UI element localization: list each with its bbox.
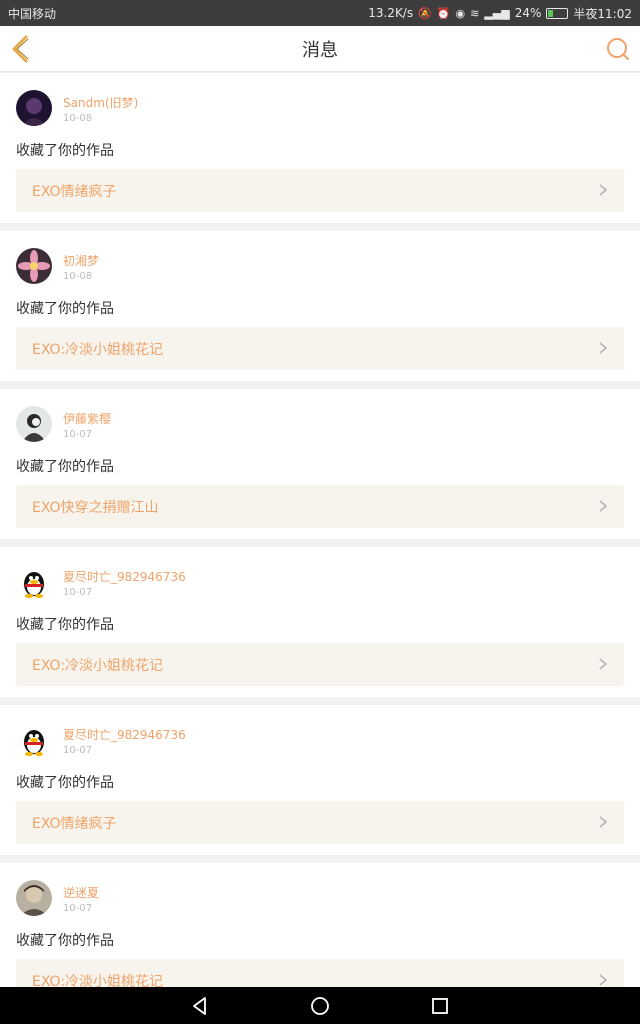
eye-icon: ◉	[455, 6, 466, 20]
message-date: 10-08	[63, 271, 93, 282]
page-title: 消息	[302, 39, 338, 61]
message-item: Sandm(旧梦) 10-08 收藏了你的作品 EXO情绪疯子	[0, 73, 640, 223]
message-item: 初湘梦 10-08 收藏了你的作品 EXO:冷淡小姐桃花记	[0, 231, 640, 381]
work-link[interactable]: EXO快穿之捐赠江山	[16, 485, 624, 528]
battery-icon	[546, 7, 569, 19]
chevron-right-icon	[599, 974, 608, 986]
action-text: 收藏了你的作品	[16, 933, 114, 949]
action-text: 收藏了你的作品	[16, 459, 114, 475]
message-list[interactable]: Sandm(旧梦) 10-08 收藏了你的作品 EXO情绪疯子 初湘梦 10-0…	[0, 73, 640, 987]
avatar[interactable]	[16, 880, 52, 916]
avatar[interactable]	[16, 722, 52, 758]
action-text: 收藏了你的作品	[16, 775, 114, 791]
action-text: 收藏了你的作品	[16, 143, 114, 159]
message-item: 逆迷夏 10-07 收藏了你的作品 EXO:冷淡小姐桃花记	[0, 863, 640, 987]
work-title: EXO:冷淡小姐桃花记	[32, 973, 164, 988]
username[interactable]: 伊藤紫樱	[63, 410, 111, 427]
wifi-icon: ≋	[470, 6, 480, 20]
carrier-label: 中国移动	[8, 6, 57, 21]
work-link[interactable]: EXO情绪疯子	[16, 801, 624, 844]
back-chevron-icon[interactable]	[6, 34, 36, 64]
nav-recents-icon[interactable]	[429, 995, 451, 1017]
avatar[interactable]	[16, 564, 52, 600]
username[interactable]: 初湘梦	[63, 252, 99, 269]
username[interactable]: Sandm(旧梦)	[63, 94, 138, 111]
username[interactable]: 逆迷夏	[63, 884, 99, 901]
work-title: EXO情绪疯子	[32, 815, 117, 832]
username[interactable]: 夏尽时亡_982946736	[63, 568, 186, 585]
action-text: 收藏了你的作品	[16, 301, 114, 317]
status-icons: 13.2K/s 🔕 ⏰ ◉ ≋ ▂▄▆ 24% 半夜11:02	[368, 5, 632, 22]
message-item: 夏尽时亡_982946736 10-07 收藏了你的作品 EXO情绪疯子	[0, 705, 640, 855]
message-date: 10-07	[63, 587, 93, 598]
work-link[interactable]: EXO:冷淡小姐桃花记	[16, 959, 624, 987]
clock: 半夜11:02	[573, 6, 632, 21]
message-item: 夏尽时亡_982946736 10-07 收藏了你的作品 EXO:冷淡小姐桃花记	[0, 547, 640, 697]
work-title: EXO:冷淡小姐桃花记	[32, 341, 164, 358]
chevron-right-icon	[599, 184, 608, 196]
top-bar: 消息	[0, 26, 640, 72]
system-nav-bar	[0, 987, 640, 1024]
work-title: EXO快穿之捐赠江山	[32, 499, 159, 516]
chevron-right-icon	[599, 342, 608, 354]
work-title: EXO情绪疯子	[32, 183, 117, 200]
chevron-right-icon	[599, 658, 608, 670]
signal-icon: ▂▄▆	[484, 6, 510, 20]
message-item: 伊藤紫樱 10-07 收藏了你的作品 EXO快穿之捐赠江山	[0, 389, 640, 539]
nav-home-icon[interactable]	[309, 995, 331, 1017]
nav-back-icon[interactable]	[189, 995, 211, 1017]
avatar[interactable]	[16, 248, 52, 284]
username[interactable]: 夏尽时亡_982946736	[63, 726, 186, 743]
avatar[interactable]	[16, 90, 52, 126]
work-link[interactable]: EXO:冷淡小姐桃花记	[16, 643, 624, 686]
network-speed: 13.2K/s	[368, 6, 414, 20]
message-date: 10-07	[63, 745, 93, 756]
mute-icon: 🔕	[418, 6, 432, 20]
work-title: EXO:冷淡小姐桃花记	[32, 657, 164, 674]
work-link[interactable]: EXO:冷淡小姐桃花记	[16, 327, 624, 370]
work-link[interactable]: EXO情绪疯子	[16, 169, 624, 212]
chevron-right-icon	[599, 816, 608, 828]
message-date: 10-07	[63, 429, 93, 440]
search-icon[interactable]	[604, 35, 632, 63]
battery-percent: 24%	[514, 6, 542, 20]
status-bar: 中国移动 13.2K/s 🔕 ⏰ ◉ ≋ ▂▄▆ 24% 半夜11:02	[0, 0, 640, 26]
chevron-right-icon	[599, 500, 608, 512]
message-date: 10-07	[63, 903, 93, 914]
message-date: 10-08	[63, 113, 93, 124]
avatar[interactable]	[16, 406, 52, 442]
action-text: 收藏了你的作品	[16, 617, 114, 633]
alarm-icon: ⏰	[436, 6, 451, 20]
